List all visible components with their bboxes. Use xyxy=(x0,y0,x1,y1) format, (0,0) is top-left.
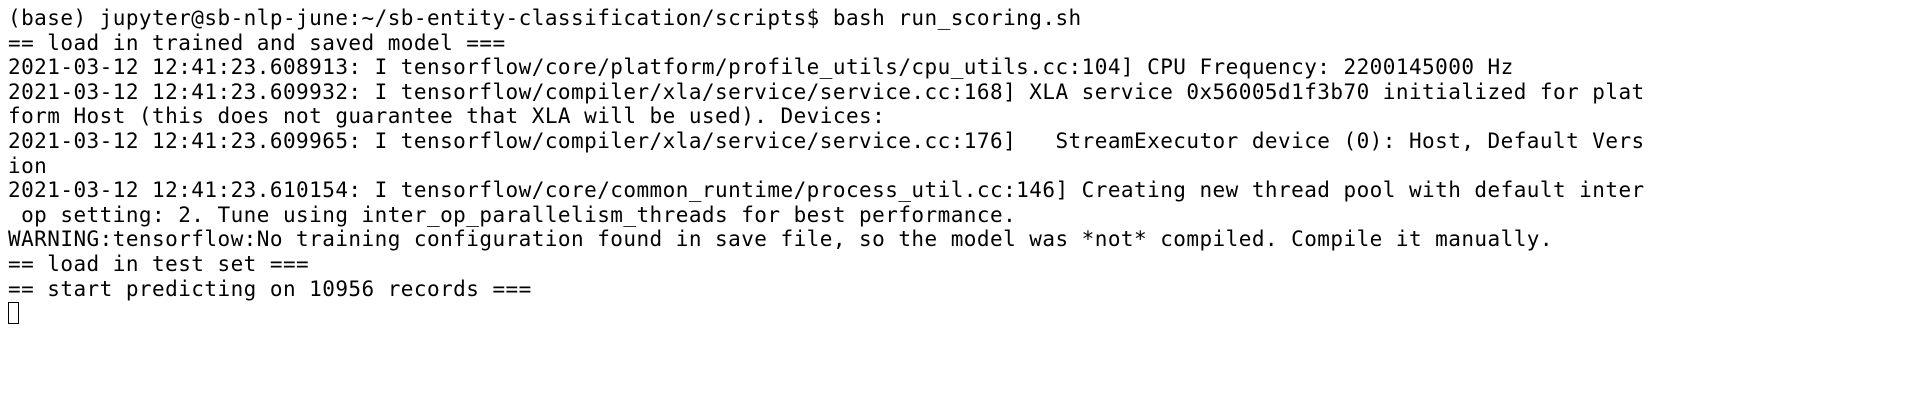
log-line: 2021-03-12 12:41:23.608913: I tensorflow… xyxy=(8,55,1514,80)
prompt-command-line: (base) jupyter@sb-nlp-june:~/sb-entity-c… xyxy=(8,6,1082,30)
terminal-cursor[interactable] xyxy=(8,302,19,325)
terminal-window[interactable]: (base) jupyter@sb-nlp-june:~/sb-entity-c… xyxy=(0,0,1920,410)
log-line: 2021-03-12 12:41:23.610154: I tensorflow… xyxy=(8,178,1645,203)
output-line: == load in trained and saved model === xyxy=(8,30,506,55)
output-line: == start predicting on 10956 records === xyxy=(8,276,532,301)
output-line: == load in test set === xyxy=(8,251,310,276)
warning-line: WARNING:tensorflow:No training configura… xyxy=(8,227,1553,252)
log-line: 2021-03-12 12:41:23.609932: I tensorflow… xyxy=(8,79,1645,104)
log-line: 2021-03-12 12:41:23.609965: I tensorflow… xyxy=(8,128,1645,153)
log-line-wrap: form Host (this does not guarantee that … xyxy=(8,104,886,129)
log-line-wrap: ion xyxy=(8,153,48,178)
cursor-line xyxy=(8,301,1920,326)
log-line-wrap: op setting: 2. Tune using inter_op_paral… xyxy=(8,202,1017,227)
